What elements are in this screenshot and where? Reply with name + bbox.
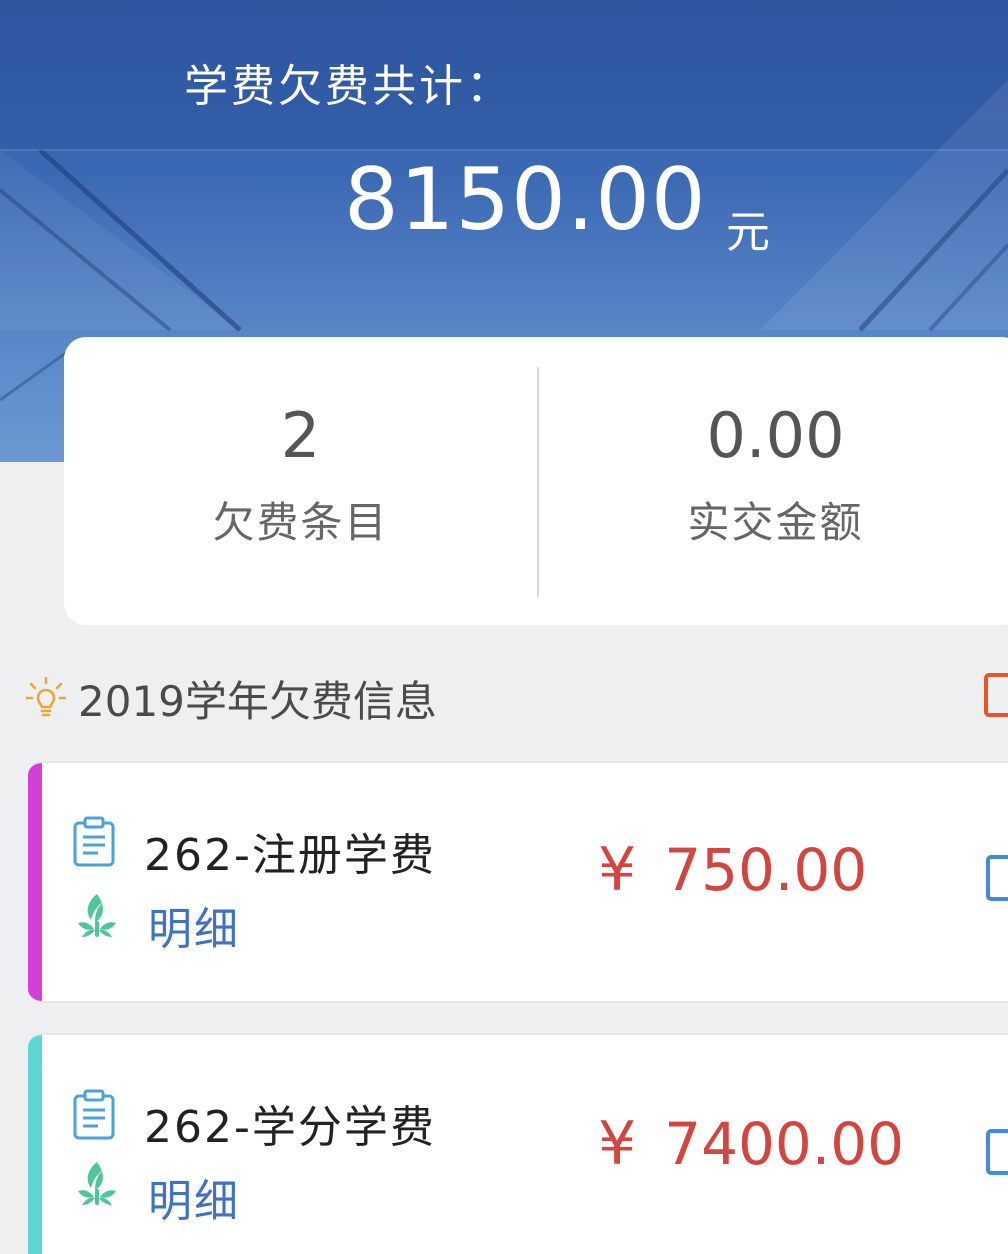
section-title: 2019学年欠费信息 xyxy=(78,676,437,726)
fee-amount-value: 750.00 xyxy=(664,836,868,904)
clipboard-icon xyxy=(73,1089,115,1140)
arrears-items-stat: 2 欠费条目 xyxy=(64,337,537,625)
fee-item-accent-stripe xyxy=(28,1035,42,1254)
fee-amount: ¥7400.00 xyxy=(598,1109,904,1179)
fee-item-checkbox[interactable] xyxy=(986,855,1008,901)
leaf-icon xyxy=(78,1162,116,1205)
fee-item-name: 262-学分学费 xyxy=(144,1102,436,1153)
paid-amount-stat: 0.00 实交金额 xyxy=(539,337,1008,625)
paid-amount-value: 0.00 xyxy=(706,399,845,472)
leaf-icon xyxy=(78,894,116,937)
fee-amount: ¥750.00 xyxy=(598,835,867,905)
fee-arrears-page: 学费欠费共计： 8150.00 元 2 欠费条目 0.00 实交金额 2019学… xyxy=(0,0,1008,1254)
fee-detail-link[interactable]: 明细 xyxy=(148,893,240,957)
section-heading: 2019学年欠费信息 xyxy=(26,668,437,728)
currency-unit: 元 xyxy=(726,207,770,258)
arrears-items-label: 欠费条目 xyxy=(212,498,389,547)
clipboard-icon xyxy=(73,816,115,867)
select-all-checkbox[interactable] xyxy=(984,673,1008,717)
arrears-total-label: 学费欠费共计： xyxy=(184,61,513,112)
lightbulb-icon xyxy=(26,676,66,717)
fee-item[interactable]: 262-学分学费 明细 ¥7400.00 xyxy=(28,1033,1008,1254)
fee-amount-value: 7400.00 xyxy=(664,1110,905,1178)
currency-symbol: ¥ xyxy=(598,835,637,905)
fee-item-name: 262-注册学费 xyxy=(144,830,436,881)
fee-item-checkbox[interactable] xyxy=(986,1129,1008,1175)
fee-item[interactable]: 262-注册学费 明细 ¥750.00 xyxy=(28,761,1008,1003)
arrears-total-amount: 8150.00 xyxy=(344,150,707,250)
currency-symbol: ¥ xyxy=(598,1109,637,1179)
arrears-items-count: 2 xyxy=(280,399,321,472)
summary-card: 2 欠费条目 0.00 实交金额 xyxy=(64,337,1008,625)
fee-detail-link[interactable]: 明细 xyxy=(148,1165,240,1229)
fee-item-accent-stripe xyxy=(28,763,42,1001)
paid-amount-label: 实交金额 xyxy=(687,498,864,547)
